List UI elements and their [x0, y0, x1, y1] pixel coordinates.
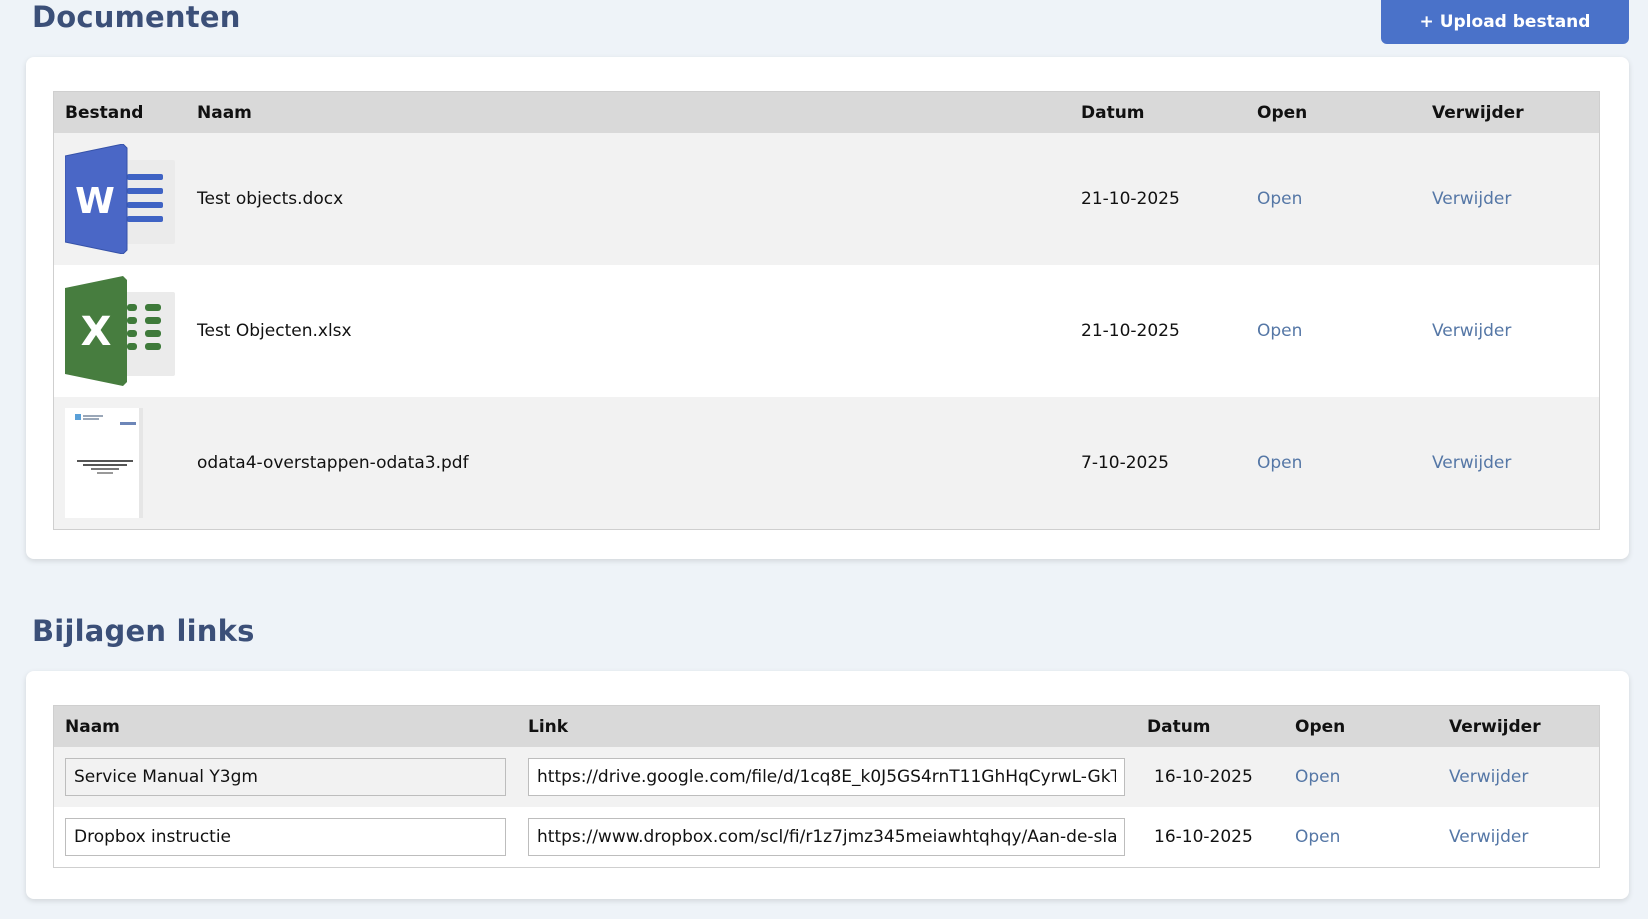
file-date: 7-10-2025 — [1081, 453, 1169, 473]
column-header-delete: Verwijder — [1432, 102, 1524, 123]
delete-link[interactable]: Verwijder — [1449, 827, 1528, 847]
links-table-header: Naam Link Datum Open Verwijder — [54, 706, 1599, 747]
word-file-icon[interactable]: W — [65, 144, 177, 254]
delete-link[interactable]: Verwijder — [1449, 767, 1528, 787]
column-header-delete: Verwijder — [1449, 716, 1541, 737]
delete-link[interactable]: Verwijder — [1432, 453, 1511, 473]
open-link[interactable]: Open — [1295, 767, 1340, 787]
excel-file-icon[interactable]: X — [65, 276, 177, 386]
links-card: Naam Link Datum Open Verwijder 16-10-202… — [26, 671, 1629, 899]
column-header-date: Datum — [1081, 102, 1145, 123]
documents-table-header: Bestand Naam Datum Open Verwijder — [54, 92, 1599, 133]
documents-table: Bestand Naam Datum Open Verwijder W Test… — [53, 91, 1600, 530]
file-name: Test objects.docx — [197, 189, 344, 209]
upload-file-button[interactable]: + Upload bestand — [1381, 0, 1629, 44]
link-name-input[interactable] — [65, 758, 506, 796]
table-row: W Test objects.docx 21-10-2025 Open Verw… — [54, 133, 1599, 265]
file-name: Test Objecten.xlsx — [197, 321, 352, 341]
svg-text:W: W — [75, 181, 115, 222]
file-name: odata4-overstappen-odata3.pdf — [197, 453, 469, 473]
file-date: 21-10-2025 — [1081, 189, 1180, 209]
column-header-date: Datum — [1147, 716, 1211, 737]
table-row: 16-10-2025 Open Verwijder — [54, 747, 1599, 807]
open-link[interactable]: Open — [1257, 321, 1302, 341]
links-title: Bijlagen links — [32, 614, 255, 648]
column-header-name: Naam — [197, 102, 252, 123]
link-date: 16-10-2025 — [1154, 827, 1253, 847]
column-header-link: Link — [528, 716, 569, 737]
column-header-open: Open — [1257, 102, 1308, 123]
documents-card: Bestand Naam Datum Open Verwijder W Test… — [26, 57, 1629, 559]
open-link[interactable]: Open — [1257, 189, 1302, 209]
links-table: Naam Link Datum Open Verwijder 16-10-202… — [53, 705, 1600, 868]
page: Documenten + Upload bestand Bestand Naam… — [0, 0, 1648, 919]
documents-title: Documenten — [32, 0, 241, 34]
table-row: 16-10-2025 Open Verwijder — [54, 807, 1599, 867]
table-row: odata4-overstappen-odata3.pdf 7-10-2025 … — [54, 397, 1599, 529]
file-date: 21-10-2025 — [1081, 321, 1180, 341]
column-header-file: Bestand — [65, 102, 144, 123]
open-link[interactable]: Open — [1257, 453, 1302, 473]
link-url-input[interactable] — [528, 758, 1125, 796]
delete-link[interactable]: Verwijder — [1432, 321, 1511, 341]
link-date: 16-10-2025 — [1154, 767, 1253, 787]
delete-link[interactable]: Verwijder — [1432, 189, 1511, 209]
table-row: X Test Objecten.xlsx 21-10-2025 Open Ver… — [54, 265, 1599, 397]
column-header-open: Open — [1295, 716, 1346, 737]
link-name-input[interactable] — [65, 818, 506, 856]
pdf-thumbnail[interactable] — [65, 408, 177, 518]
open-link[interactable]: Open — [1295, 827, 1340, 847]
svg-text:X: X — [81, 309, 112, 355]
link-url-input[interactable] — [528, 818, 1125, 856]
column-header-name: Naam — [65, 716, 120, 737]
